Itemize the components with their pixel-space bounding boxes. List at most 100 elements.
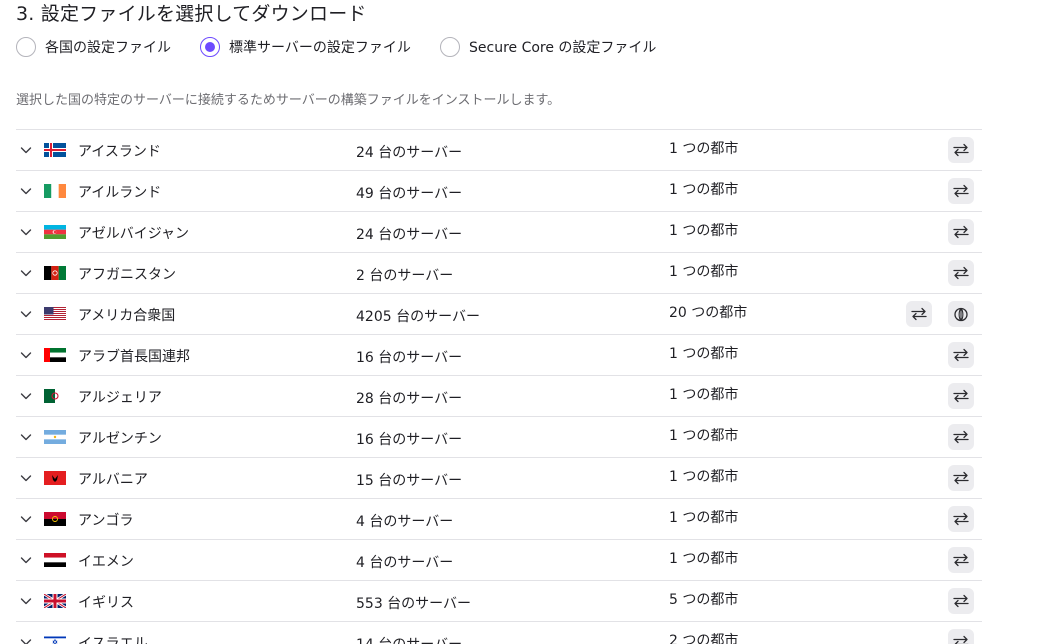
tor-icon (954, 307, 968, 322)
download-config-icon (953, 553, 969, 567)
country-name: アイスランド (78, 144, 161, 160)
config-type-radio-group: 各国の設定ファイル 標準サーバーの設定ファイル Secure Core の設定フ… (16, 36, 656, 58)
chevron-down-icon[interactable] (18, 552, 34, 568)
download-config-button[interactable] (948, 137, 974, 163)
country-name: イギリス (78, 595, 134, 611)
flag-icon (44, 143, 66, 157)
flag-icon (44, 389, 66, 403)
chevron-down-icon[interactable] (18, 634, 34, 644)
server-count: 16 台のサーバー (356, 350, 463, 366)
country-name: アルバニア (78, 472, 148, 488)
country-row[interactable]: アイルランド 49 台のサーバー 1 つの都市 (16, 170, 982, 211)
flag-icon (44, 266, 66, 280)
city-count: 1 つの都市 (669, 469, 739, 485)
city-count: 1 つの都市 (669, 428, 739, 444)
country-name: アルジェリア (78, 390, 162, 406)
server-count: 15 台のサーバー (356, 473, 463, 489)
download-config-button[interactable] (948, 383, 974, 409)
chevron-down-icon[interactable] (18, 429, 34, 445)
chevron-down-icon[interactable] (18, 593, 34, 609)
city-count: 1 つの都市 (669, 223, 739, 239)
download-config-button[interactable] (948, 178, 974, 204)
radio-standard-server-config[interactable]: 標準サーバーの設定ファイル (200, 37, 440, 57)
server-count: 49 台のサーバー (356, 186, 463, 202)
country-row[interactable]: アゼルバイジャン 24 台のサーバー 1 つの都市 (16, 211, 982, 252)
chevron-down-icon[interactable] (18, 142, 34, 158)
download-config-icon (953, 389, 969, 403)
radio-label: Secure Core の設定ファイル (469, 40, 657, 56)
country-row[interactable]: アメリカ合衆国 4205 台のサーバー 20 つの都市 (16, 293, 982, 334)
download-config-icon (953, 266, 969, 280)
chevron-down-icon[interactable] (18, 265, 34, 281)
chevron-down-icon[interactable] (18, 347, 34, 363)
download-config-button[interactable] (948, 629, 974, 644)
flag-icon (44, 225, 66, 239)
flag-icon (44, 307, 66, 321)
chevron-down-icon[interactable] (18, 224, 34, 240)
download-config-icon (911, 307, 927, 321)
city-count: 2 つの都市 (669, 633, 739, 644)
tor-config-button[interactable] (948, 301, 974, 327)
download-config-button[interactable] (948, 506, 974, 532)
download-config-icon (953, 512, 969, 526)
country-row[interactable]: アルゼンチン 16 台のサーバー 1 つの都市 (16, 416, 982, 457)
country-row[interactable]: イギリス 553 台のサーバー 5 つの都市 (16, 580, 982, 621)
chevron-down-icon[interactable] (18, 306, 34, 322)
radio-label: 標準サーバーの設定ファイル (229, 40, 411, 56)
download-config-icon (953, 184, 969, 198)
download-config-button[interactable] (948, 424, 974, 450)
country-row[interactable]: アンゴラ 4 台のサーバー 1 つの都市 (16, 498, 982, 539)
download-config-button[interactable] (948, 342, 974, 368)
flag-icon (44, 553, 66, 567)
city-count: 1 つの都市 (669, 182, 739, 198)
download-config-icon (953, 143, 969, 157)
server-count: 28 台のサーバー (356, 391, 463, 407)
flag-icon (44, 594, 66, 608)
flag-icon (44, 184, 66, 198)
radio-label: 各国の設定ファイル (45, 40, 171, 56)
city-count: 5 つの都市 (669, 592, 739, 608)
radio-country-config[interactable]: 各国の設定ファイル (16, 37, 200, 57)
server-count: 24 台のサーバー (356, 227, 463, 243)
flag-icon (44, 471, 66, 485)
chevron-down-icon[interactable] (18, 511, 34, 527)
city-count: 1 つの都市 (669, 346, 739, 362)
server-count: 24 台のサーバー (356, 145, 463, 161)
country-row[interactable]: アルジェリア 28 台のサーバー 1 つの都市 (16, 375, 982, 416)
country-name: アラブ首長国連邦 (78, 349, 190, 365)
chevron-down-icon[interactable] (18, 388, 34, 404)
city-count: 1 つの都市 (669, 510, 739, 526)
country-row[interactable]: イエメン 4 台のサーバー 1 つの都市 (16, 539, 982, 580)
download-config-button[interactable] (906, 301, 932, 327)
flag-icon (44, 635, 66, 644)
radio-circle[interactable] (16, 37, 36, 57)
download-config-icon (953, 348, 969, 362)
radio-circle[interactable] (440, 37, 460, 57)
country-row[interactable]: アイスランド 24 台のサーバー 1 つの都市 (16, 129, 982, 170)
server-count: 16 台のサーバー (356, 432, 463, 448)
country-row[interactable]: イスラエル 14 台のサーバー 2 つの都市 (16, 621, 982, 644)
server-count: 4205 台のサーバー (356, 309, 480, 325)
radio-secure-core-config[interactable]: Secure Core の設定ファイル (440, 37, 656, 57)
download-config-button[interactable] (948, 547, 974, 573)
country-name: アルゼンチン (78, 431, 162, 447)
country-row[interactable]: アルバニア 15 台のサーバー 1 つの都市 (16, 457, 982, 498)
download-config-button[interactable] (948, 465, 974, 491)
radio-circle[interactable] (200, 37, 220, 57)
country-name: イスラエル (78, 636, 148, 644)
download-config-button[interactable] (948, 219, 974, 245)
chevron-down-icon[interactable] (18, 183, 34, 199)
city-count: 1 つの都市 (669, 141, 739, 157)
section-title: 3. 設定ファイルを選択してダウンロード (16, 3, 367, 25)
download-config-button[interactable] (948, 588, 974, 614)
country-name: アフガニスタン (78, 267, 176, 283)
chevron-down-icon[interactable] (18, 470, 34, 486)
server-count: 14 台のサーバー (356, 634, 462, 644)
download-config-icon (953, 635, 969, 644)
country-name: アイルランド (78, 185, 162, 201)
section-description: 選択した国の特定のサーバーに接続するためサーバーの構築ファイルをインストールしま… (16, 93, 561, 108)
country-row[interactable]: アラブ首長国連邦 16 台のサーバー 1 つの都市 (16, 334, 982, 375)
download-config-button[interactable] (948, 260, 974, 286)
flag-icon (44, 512, 66, 526)
country-row[interactable]: アフガニスタン 2 台のサーバー 1 つの都市 (16, 252, 982, 293)
